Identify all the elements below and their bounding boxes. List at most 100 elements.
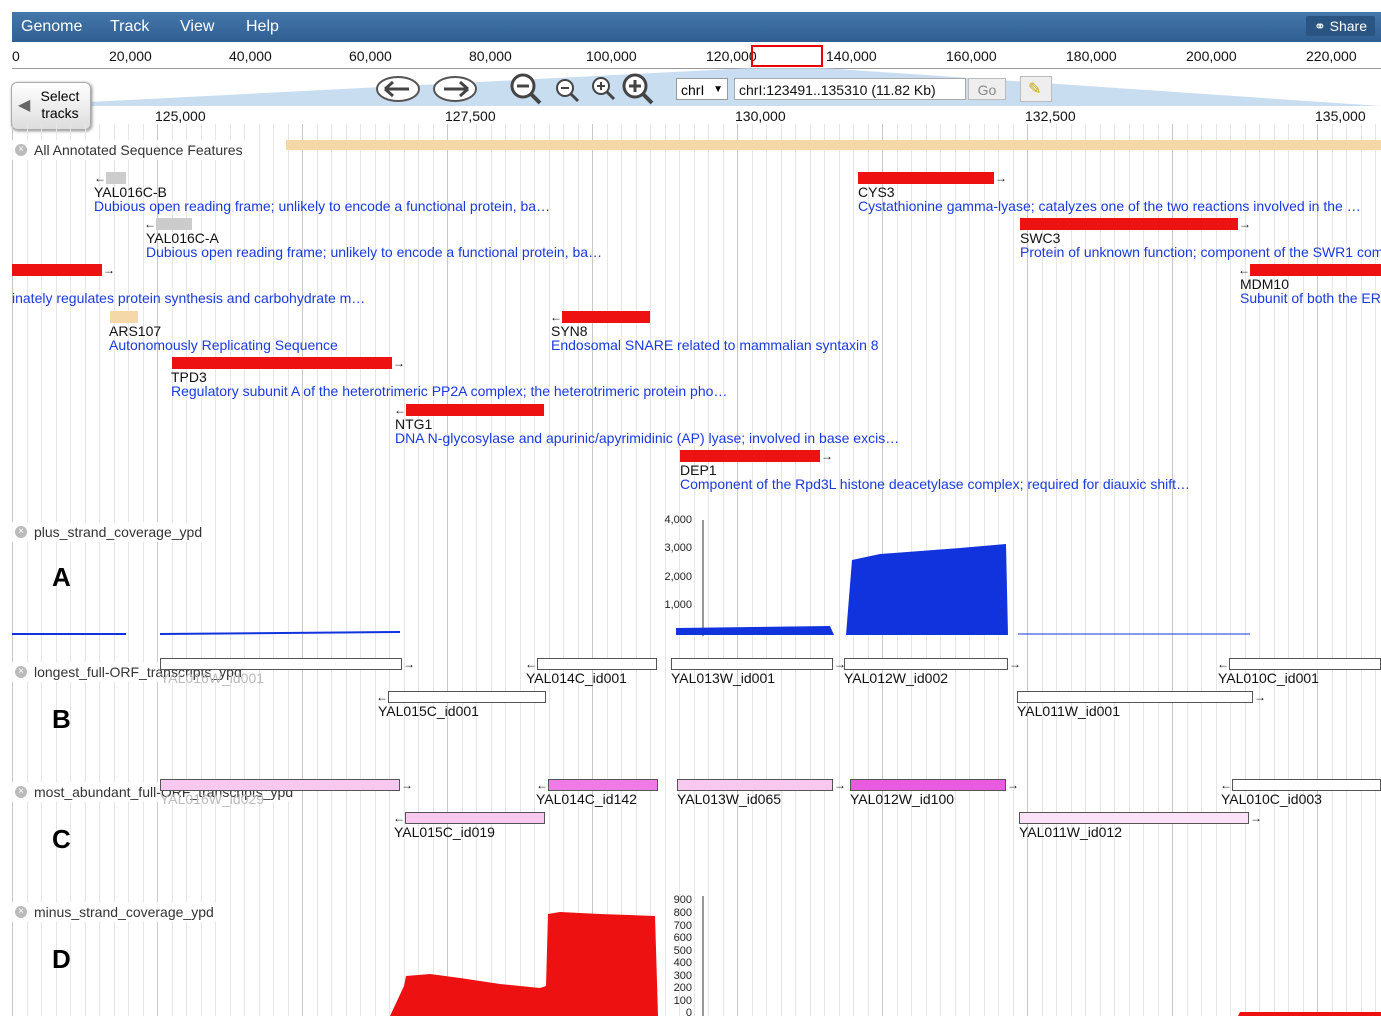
feature-glyph[interactable]	[106, 172, 126, 184]
close-icon[interactable]: ×	[15, 666, 27, 678]
feature-description[interactable]: Cystathionine gamma-lyase; catalyzes one…	[858, 198, 1361, 214]
track-label-annotated[interactable]: × All Annotated Sequence Features	[12, 140, 249, 160]
transcript-name[interactable]: YAL011W_id012	[1019, 824, 1122, 840]
zoom-in-large-icon[interactable]	[620, 72, 656, 106]
close-icon[interactable]: ×	[15, 144, 27, 156]
strand-arrow-icon: ←	[393, 811, 405, 825]
transcript-name[interactable]: YAL013W_id065	[677, 791, 781, 807]
minus-axis-label: 0	[685, 1007, 692, 1019]
feature-description[interactable]: inately regulates protein synthesis and …	[12, 290, 365, 306]
feature-glyph[interactable]	[858, 172, 994, 184]
transcript-glyph[interactable]	[537, 658, 657, 670]
transcript-name[interactable]: YAL012W_id100	[850, 791, 954, 807]
feature-description[interactable]: Regulatory subunit A of the heterotrimer…	[171, 383, 727, 399]
feature-description[interactable]: Autonomously Replicating Sequence	[109, 337, 338, 353]
transcript-name[interactable]: YAL010C_id003	[1221, 791, 1322, 807]
strand-arrow-icon: ←	[1220, 778, 1232, 792]
ruler-tick-label: 127,500	[445, 108, 496, 124]
minus-axis-label: 200	[673, 982, 692, 994]
close-icon[interactable]: ×	[15, 786, 27, 798]
transcript-name[interactable]: YAL011W_id001	[1017, 703, 1120, 719]
feature-glyph[interactable]	[562, 311, 650, 323]
transcript-name[interactable]: YAL015C_id001	[378, 703, 479, 719]
feature-glyph[interactable]	[156, 218, 192, 230]
minus-axis-label: 100	[673, 995, 692, 1007]
transcript-name[interactable]: YAL015C_id019	[394, 824, 495, 840]
chevron-down-icon: ▼	[713, 84, 723, 95]
ruler-tick-label: 130,000	[735, 108, 786, 124]
menu-help[interactable]: Help	[246, 18, 279, 36]
pan-right-button[interactable]	[432, 74, 478, 104]
feature-description[interactable]: Protein of unknown function; component o…	[1020, 244, 1381, 260]
menu-track[interactable]: Track	[110, 18, 149, 36]
overview-scale[interactable]: 0 20,000 40,000 60,000 80,000 100,000 12…	[12, 44, 1381, 69]
pan-left-button[interactable]	[375, 74, 421, 104]
feature-glyph[interactable]	[1250, 264, 1381, 276]
transcript-name[interactable]: YAL010C_id001	[1218, 670, 1319, 686]
location-input[interactable]: chrI:123491..135310 (11.82 Kb)	[734, 78, 966, 100]
go-button[interactable]: Go	[968, 78, 1006, 100]
panel-label: C	[52, 824, 71, 854]
refseq-value: chrI	[681, 82, 705, 98]
overview-tick-label: 160,000	[946, 48, 997, 64]
transcript-glyph[interactable]	[160, 658, 402, 670]
ruler-tick-label: 135,000	[1315, 108, 1366, 124]
menu-genome[interactable]: Genome	[21, 18, 82, 36]
zoom-out-large-icon[interactable]	[508, 72, 544, 106]
feature-glyph[interactable]	[1020, 218, 1238, 230]
transcript-name[interactable]: YAL012W_id002	[844, 670, 948, 686]
transcript-glyph[interactable]	[1019, 812, 1249, 824]
feature-description[interactable]: Dubious open reading frame; unlikely to …	[94, 198, 550, 214]
highlight-button[interactable]: ✎	[1020, 76, 1052, 102]
feature-glyph[interactable]	[172, 357, 392, 369]
transcript-name[interactable]: YAL014C_id001	[526, 670, 627, 686]
overview-tick-label: 40,000	[229, 48, 272, 64]
minus-axis-label: 600	[673, 932, 692, 944]
feature-description[interactable]: Component of the Rpd3L histone deacetyla…	[680, 476, 1190, 492]
ruler-tick-label: 125,000	[155, 108, 206, 124]
transcript-glyph[interactable]	[1232, 779, 1381, 791]
minus-axis-label: 700	[673, 920, 692, 932]
transcript-glyph[interactable]	[677, 779, 833, 791]
link-icon: ⚭	[1314, 18, 1326, 34]
transcript-name[interactable]: YAL014C_id142	[536, 791, 637, 807]
transcript-glyph[interactable]	[160, 779, 400, 791]
strand-arrow-icon: ←	[94, 171, 106, 185]
feature-glyph[interactable]	[680, 450, 820, 462]
overview-location-box[interactable]	[751, 45, 823, 67]
transcript-glyph[interactable]	[548, 779, 658, 791]
menu-view[interactable]: View	[180, 18, 214, 36]
feature-glyph[interactable]	[12, 264, 102, 276]
refseq-select[interactable]: chrI ▼	[676, 78, 728, 100]
transcript-name[interactable]: YAL013W_id001	[671, 670, 775, 686]
transcript-glyph[interactable]	[388, 691, 546, 703]
strand-arrow-icon: ←	[525, 657, 537, 671]
strand-arrow-icon: ←	[144, 217, 156, 231]
feature-description[interactable]: Dubious open reading frame; unlikely to …	[146, 244, 602, 260]
feature-description[interactable]: Endosomal SNARE related to mammalian syn…	[551, 337, 879, 353]
strand-arrow-icon: →	[1007, 778, 1019, 792]
transcript-glyph[interactable]	[405, 812, 545, 824]
menu-bar: Genome Track View Help ⚭ Share	[12, 12, 1381, 42]
transcript-name[interactable]: YAL016W_id029	[160, 791, 264, 807]
zoom-in-small-icon[interactable]	[590, 76, 618, 102]
transcript-glyph[interactable]	[844, 658, 1008, 670]
overview-tick-label: 80,000	[469, 48, 512, 64]
transcript-glyph[interactable]	[1229, 658, 1381, 670]
zoom-out-small-icon[interactable]	[554, 78, 582, 104]
feature-glyph[interactable]	[406, 404, 544, 416]
feature-description[interactable]: DNA N-glycosylase and apurinic/apyrimidi…	[395, 430, 899, 446]
minus-axis-label: 500	[673, 945, 692, 957]
transcript-glyph[interactable]	[671, 658, 833, 670]
transcript-name[interactable]: YAL016W_id001	[160, 670, 264, 686]
transcript-glyph[interactable]	[850, 779, 1006, 791]
minus-axis-label: 300	[673, 970, 692, 982]
overview-tick-label: 120,000	[706, 48, 757, 64]
feature-description[interactable]: Subunit of both the ER	[1240, 290, 1381, 306]
feature-glyph[interactable]	[110, 311, 138, 323]
plus-axis-label: 4,000	[664, 514, 692, 526]
track-label-text: All Annotated Sequence Features	[34, 142, 243, 158]
overview-tick-label: 0	[12, 48, 20, 64]
transcript-glyph[interactable]	[1017, 691, 1253, 703]
share-button[interactable]: ⚭ Share	[1306, 16, 1375, 36]
